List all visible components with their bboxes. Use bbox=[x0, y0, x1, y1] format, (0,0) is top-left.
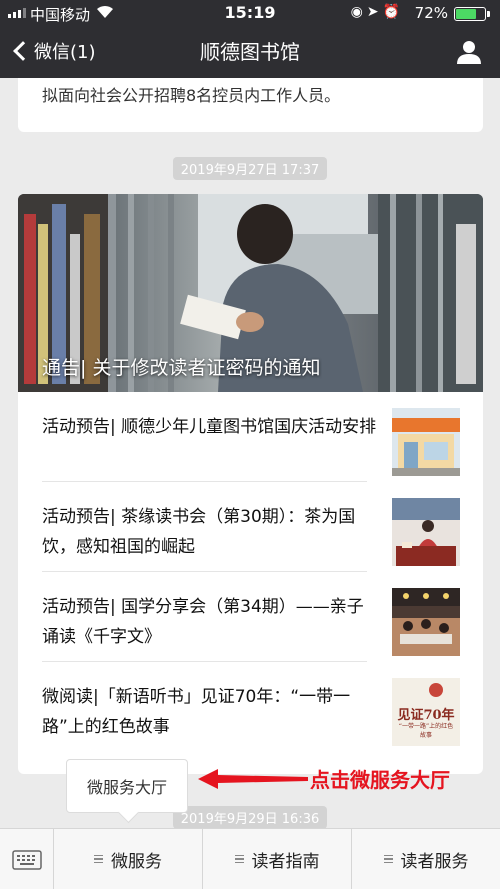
article-item[interactable]: 活动预告| 茶缘读书会（第30期）：茶为国饮，感知祖国的崛起 bbox=[18, 482, 483, 572]
battery-percent: 72% bbox=[414, 4, 448, 22]
menu-label: 微服务 bbox=[111, 851, 162, 872]
timestamp-label: 2019年9月27日 17:37 bbox=[172, 157, 328, 180]
navigation-bar: 微信(1) 顺德图书馆 bbox=[0, 26, 500, 78]
alarm-icon: ⏰ bbox=[382, 4, 404, 20]
thumbnail-headline: 见证70年 bbox=[397, 708, 455, 723]
menu-reader-guide[interactable]: 读者指南 bbox=[203, 829, 352, 889]
article-item-title: 活动预告| 国学分享会（第34期）——亲子诵读《千字文》 bbox=[42, 597, 364, 647]
location-icon: ➤ bbox=[366, 4, 383, 20]
status-icons: ◉➤⏰ bbox=[351, 4, 404, 20]
keyboard-icon bbox=[11, 849, 42, 870]
timestamp-label: 2019年9月29日 16:36 bbox=[172, 806, 328, 829]
menu-lines-icon bbox=[94, 853, 103, 866]
menu-label: 读者指南 bbox=[251, 851, 320, 872]
annotation-text: 点击微服务大厅 bbox=[310, 768, 450, 792]
article-thumbnail bbox=[392, 588, 460, 656]
article-card: 通告| 关于修改读者证密码的通知 活动预告| 顺德少年儿童图书馆国庆活动安排 活… bbox=[18, 194, 483, 774]
page-title: 顺德图书馆 bbox=[200, 40, 300, 64]
article-item[interactable]: 活动预告| 顺德少年儿童图书馆国庆活动安排 bbox=[18, 392, 483, 482]
menu-label: 读者服务 bbox=[400, 851, 469, 872]
main-article-title: 通告| 关于修改读者证密码的通知 bbox=[42, 357, 321, 379]
top-bar: 中国移动 15:19 ◉➤⏰ 72% 微信(1) 顺德图书馆 bbox=[0, 0, 500, 78]
keyboard-toggle-button[interactable] bbox=[0, 829, 54, 889]
profile-icon[interactable] bbox=[456, 40, 482, 64]
article-item-title: 微阅读|「新语听书」见证70年：“一带一路”上的红色故事 bbox=[42, 687, 351, 737]
annotation-arrow-icon bbox=[198, 769, 308, 789]
timestamp: 2019年9月27日 17:37 bbox=[0, 157, 500, 180]
article-item[interactable]: 微阅读|「新语听书」见证70年：“一带一路”上的红色故事 见证70年 “一带一路… bbox=[18, 662, 483, 752]
article-thumbnail: 见证70年 “一带一路”上的红色故事 bbox=[392, 678, 460, 746]
article-thumbnail bbox=[392, 408, 460, 476]
previous-article-card[interactable]: 拟面向社会公开招聘8名控员内工作人员。 bbox=[18, 78, 483, 132]
menu-lines-icon bbox=[383, 853, 393, 866]
article-item[interactable]: 活动预告| 国学分享会（第34期）——亲子诵读《千字文》 bbox=[18, 572, 483, 662]
menu-micro-service[interactable]: 微服务 bbox=[54, 829, 203, 889]
battery-icon bbox=[454, 7, 490, 21]
battery-fill bbox=[456, 9, 477, 19]
popup-label: 微服务大厅 bbox=[86, 778, 167, 797]
main-article-cover[interactable]: 通告| 关于修改读者证密码的通知 bbox=[18, 194, 483, 392]
article-item-title: 活动预告| 顺德少年儿童图书馆国庆活动安排 bbox=[42, 417, 377, 437]
bottom-menu: 微服务 读者指南 读者服务 bbox=[0, 828, 500, 889]
previous-article-text: 拟面向社会公开招聘8名控员内工作人员。 bbox=[42, 86, 341, 105]
article-thumbnail bbox=[392, 498, 460, 566]
lock-rotation-icon: ◉ bbox=[350, 4, 367, 20]
menu-reader-service[interactable]: 读者服务 bbox=[352, 829, 500, 889]
micro-service-hall-menu-item[interactable]: 微服务大厅 bbox=[66, 759, 188, 813]
menu-lines-icon bbox=[234, 853, 244, 866]
status-bar: 中国移动 15:19 ◉➤⏰ 72% bbox=[0, 0, 500, 26]
thumbnail-subline: “一带一路”上的红色故事 bbox=[398, 723, 454, 739]
article-item-title: 活动预告| 茶缘读书会（第30期）：茶为国饮，感知祖国的崛起 bbox=[42, 507, 356, 557]
